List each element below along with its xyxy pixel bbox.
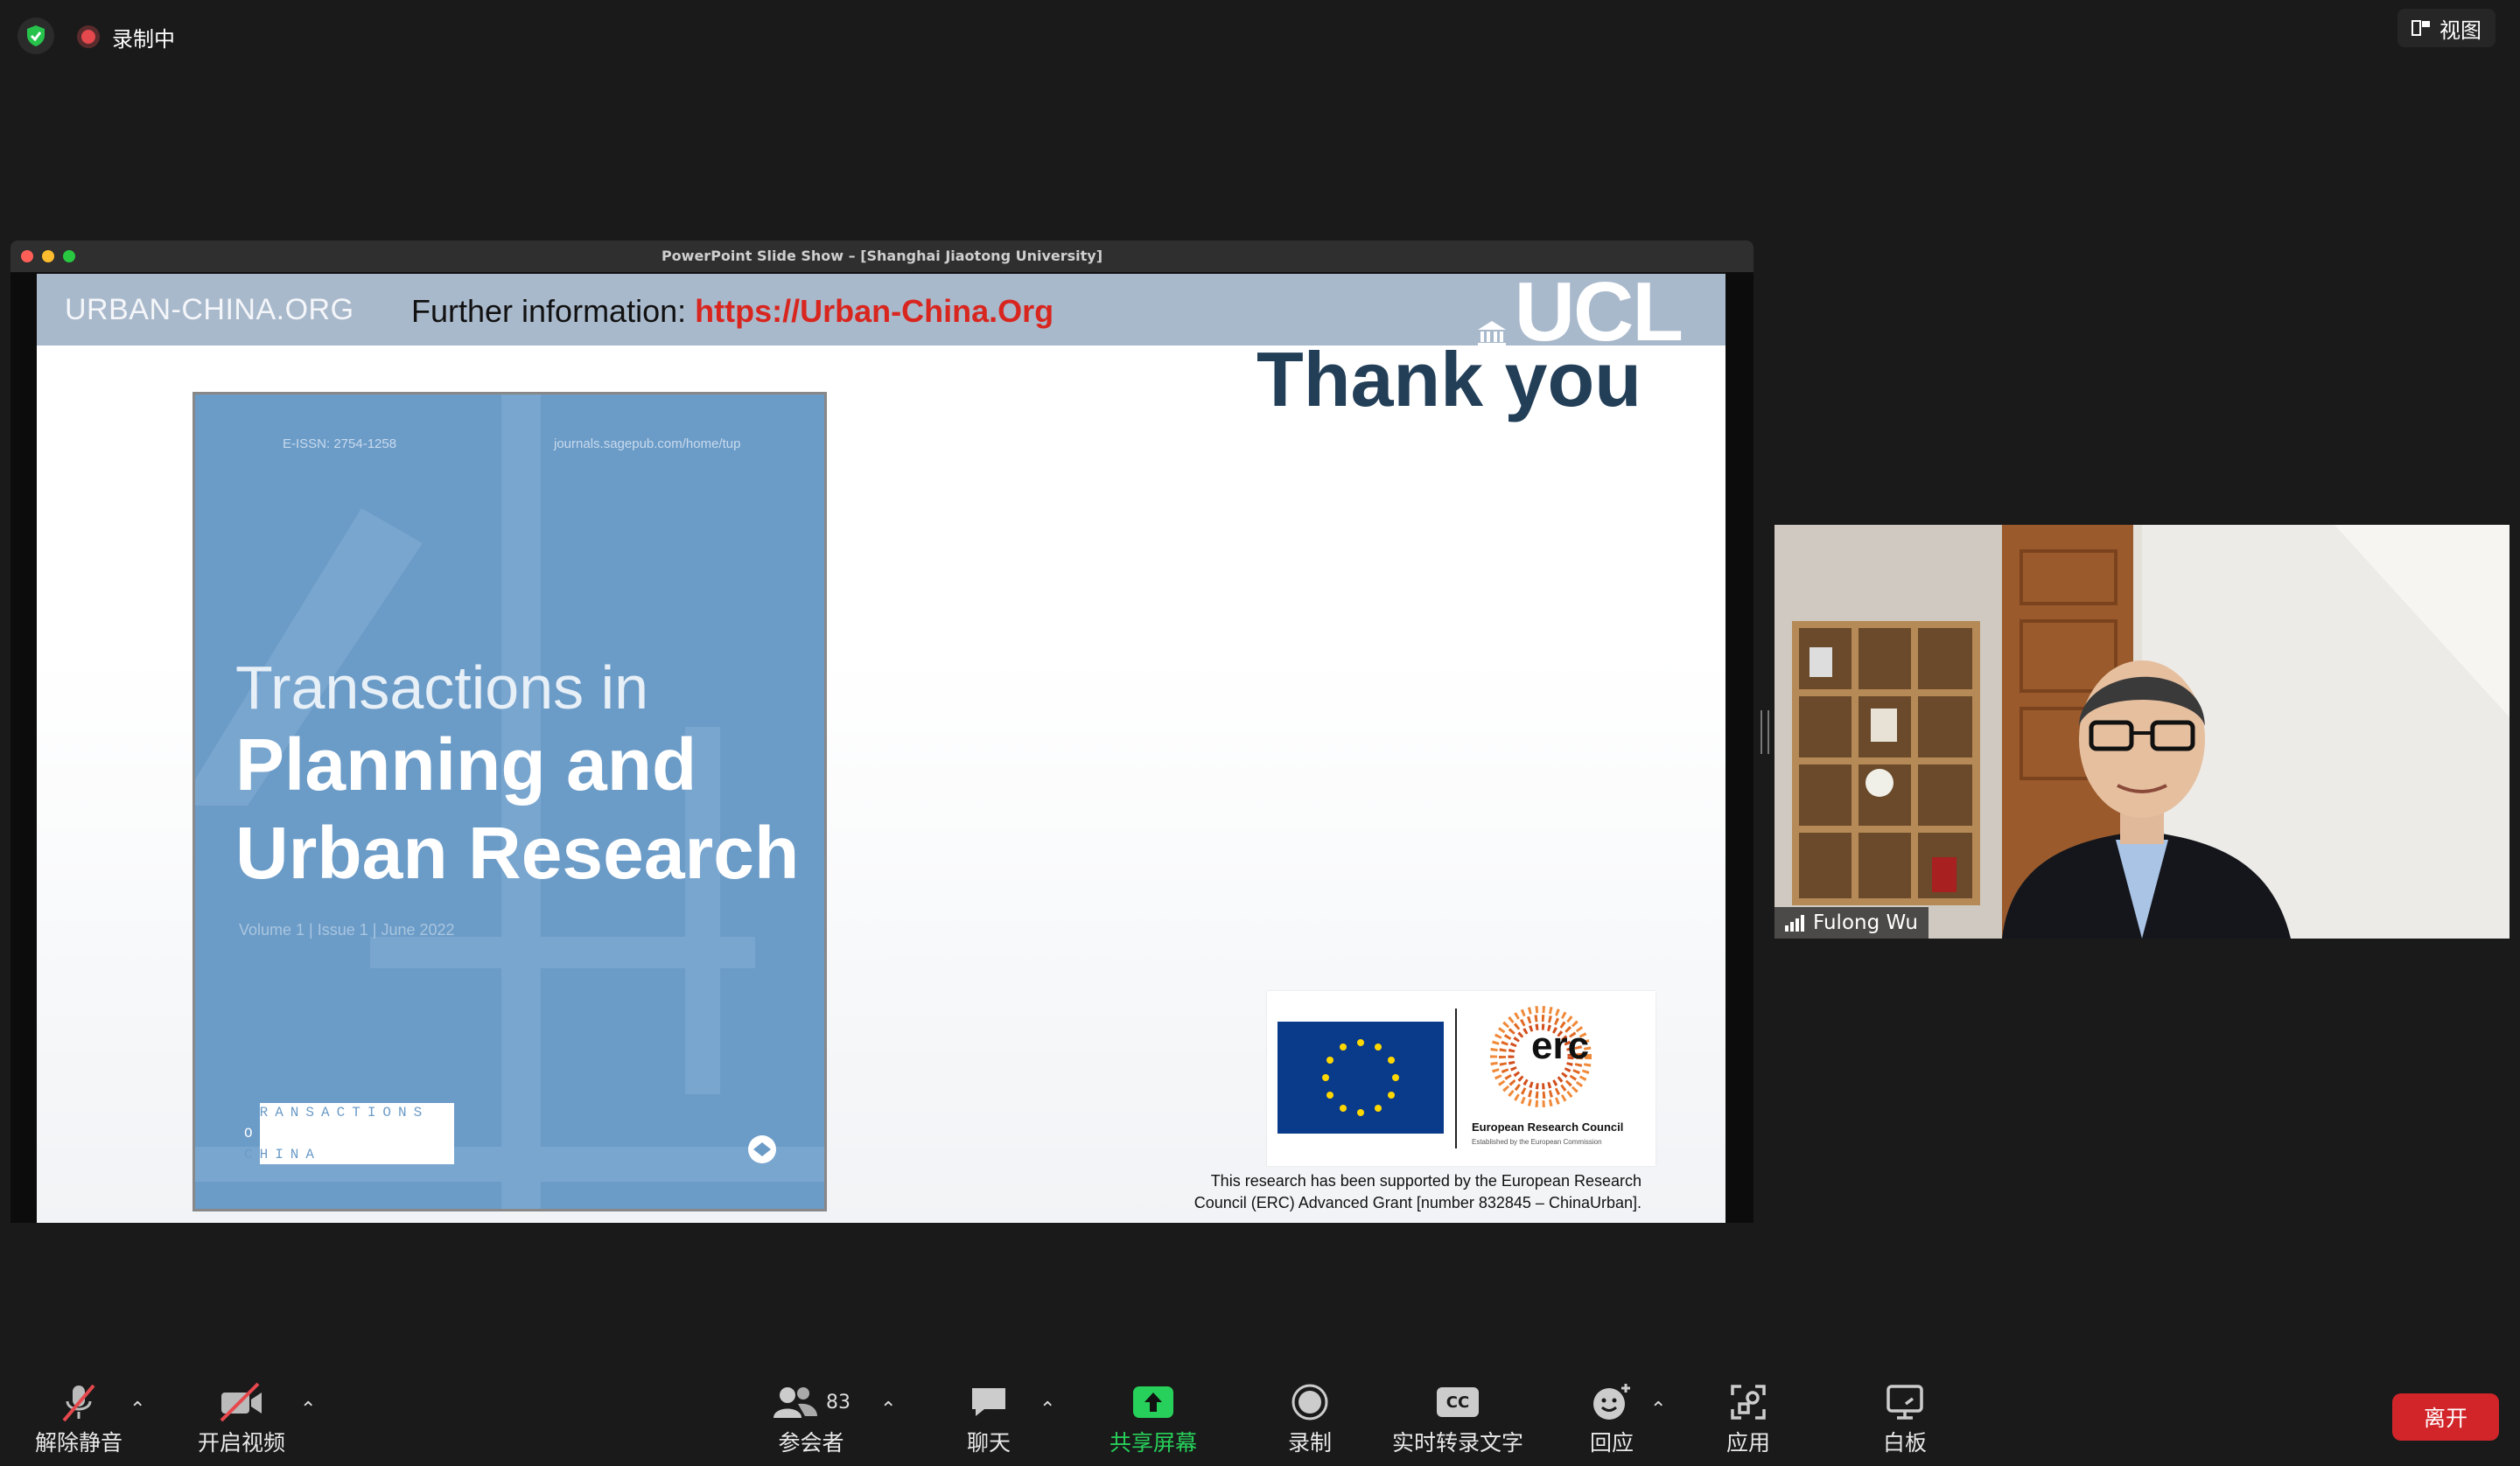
participants-button[interactable]: 83 参会者 [763, 1382, 859, 1457]
slide: URBAN-CHINA.ORG Further information: htt… [37, 274, 1726, 1223]
audio-options-chevron-icon[interactable]: ⌃ [130, 1399, 145, 1421]
reactions-icon [1586, 1382, 1638, 1422]
view-icon [2412, 20, 2430, 36]
unmute-button[interactable]: 解除静音 [35, 1382, 122, 1457]
recording-label: 录制中 [112, 26, 175, 52]
leave-button[interactable]: 离开 [2392, 1393, 2499, 1441]
chat-chevron-icon[interactable]: ⌃ [1040, 1399, 1055, 1421]
share-screen-icon [1127, 1382, 1180, 1422]
video-options-chevron-icon[interactable]: ⌃ [300, 1399, 316, 1421]
mic-muted-icon [52, 1382, 105, 1422]
journal-volume: Volume 1 | Issue 1 | June 2022 [239, 921, 455, 939]
record-icon [1284, 1382, 1336, 1422]
record-button[interactable]: 录制 [1284, 1382, 1336, 1457]
participant-video-image [1774, 525, 2510, 939]
share-screen-label: 共享屏幕 [1110, 1430, 1198, 1456]
start-video-label: 开启视频 [198, 1430, 286, 1456]
participants-chevron-icon[interactable]: ⌃ [880, 1399, 896, 1421]
whiteboard-button[interactable]: 白板 [1879, 1382, 1931, 1457]
view-label: 视图 [2440, 17, 2482, 43]
security-shield-icon[interactable] [18, 17, 54, 54]
signal-icon [1785, 915, 1804, 932]
share-screen-button[interactable]: 共享屏幕 [1110, 1382, 1197, 1457]
window-titlebar: PowerPoint Slide Show – [Shanghai Jiaoto… [10, 241, 1754, 273]
recording-icon [77, 25, 100, 48]
erc-name: European Research Council [1472, 1120, 1624, 1134]
window-title: PowerPoint Slide Show – [Shanghai Jiaoto… [661, 248, 1103, 264]
journal-issn: E-ISSN: 2754-1258 [283, 436, 397, 451]
participant-name-label: Fulong Wu [1774, 907, 1928, 939]
chat-label: 聊天 [966, 1430, 1011, 1456]
sage-logo-icon [748, 1135, 776, 1163]
journal-cover-image: E-ISSN: 2754-1258 journals.sagepub.com/h… [192, 392, 827, 1211]
funder-logos: erc European Research Council Establishe… [1267, 991, 1656, 1166]
journal-title-line1: Transactions in [235, 653, 649, 722]
live-transcript-label: 实时转录文字 [1392, 1430, 1524, 1456]
eu-flag-icon [1278, 1022, 1444, 1134]
reactions-chevron-icon[interactable]: ⌃ [1650, 1399, 1666, 1421]
apps-button[interactable]: 应用 [1722, 1382, 1774, 1457]
whiteboard-label: 白板 [1882, 1430, 1927, 1456]
participant-video-tile[interactable]: Fulong Wu [1774, 525, 2510, 939]
slide-site-name: URBAN-CHINA.ORG [65, 293, 354, 326]
journal-title-line2: Planning and [235, 723, 697, 806]
start-video-button[interactable]: 开启视频 [198, 1382, 285, 1457]
erc-subtitle: Established by the European Commission [1472, 1138, 1602, 1146]
logo-divider [1455, 1009, 1457, 1148]
participants-label: 参会者 [778, 1430, 844, 1456]
record-label: 录制 [1287, 1430, 1332, 1456]
apps-label: 应用 [1726, 1430, 1770, 1456]
erc-logo-text: erc [1531, 1024, 1590, 1067]
view-button[interactable]: 视图 [2398, 9, 2496, 47]
participants-icon [774, 1387, 817, 1418]
unmute-label: 解除静音 [35, 1430, 123, 1456]
reactions-label: 回应 [1589, 1430, 1634, 1456]
thank-you-heading: Thank you [1256, 336, 1642, 422]
whiteboard-icon [1879, 1382, 1931, 1422]
meeting-toolbar: 解除静音 ⌃ 开启视频 ⌃ 83 参会者 ⌃ 聊天 ⌃ 共享屏幕 录制 CC 实… [0, 1360, 2520, 1466]
cc-icon: CC [1432, 1382, 1484, 1422]
journal-site: journals.sagepub.com/home/tup [554, 436, 741, 451]
reactions-button[interactable]: 回应 [1586, 1382, 1638, 1457]
journal-title-line3: Urban Research [235, 812, 800, 894]
journal-publisher-logo: TRANSACTIONS ON CHINA [244, 1103, 454, 1169]
funding-footnote: This research has been supported by the … [1194, 1172, 1642, 1211]
panel-resize-handle[interactable] [1760, 710, 1769, 754]
apps-icon [1722, 1382, 1774, 1422]
participants-count: 83 [826, 1391, 850, 1414]
chat-icon [962, 1382, 1015, 1422]
live-transcript-button[interactable]: CC 实时转录文字 [1392, 1382, 1523, 1457]
video-off-icon [215, 1382, 268, 1422]
recording-indicator[interactable]: 录制中 [77, 19, 175, 54]
slide-further-info: Further information: https://Urban-China… [411, 293, 1054, 329]
shared-screen-window: PowerPoint Slide Show – [Shanghai Jiaoto… [10, 241, 1754, 1223]
slide-url-link[interactable]: https://Urban-China.Org [695, 293, 1054, 329]
chat-button[interactable]: 聊天 [962, 1382, 1015, 1457]
